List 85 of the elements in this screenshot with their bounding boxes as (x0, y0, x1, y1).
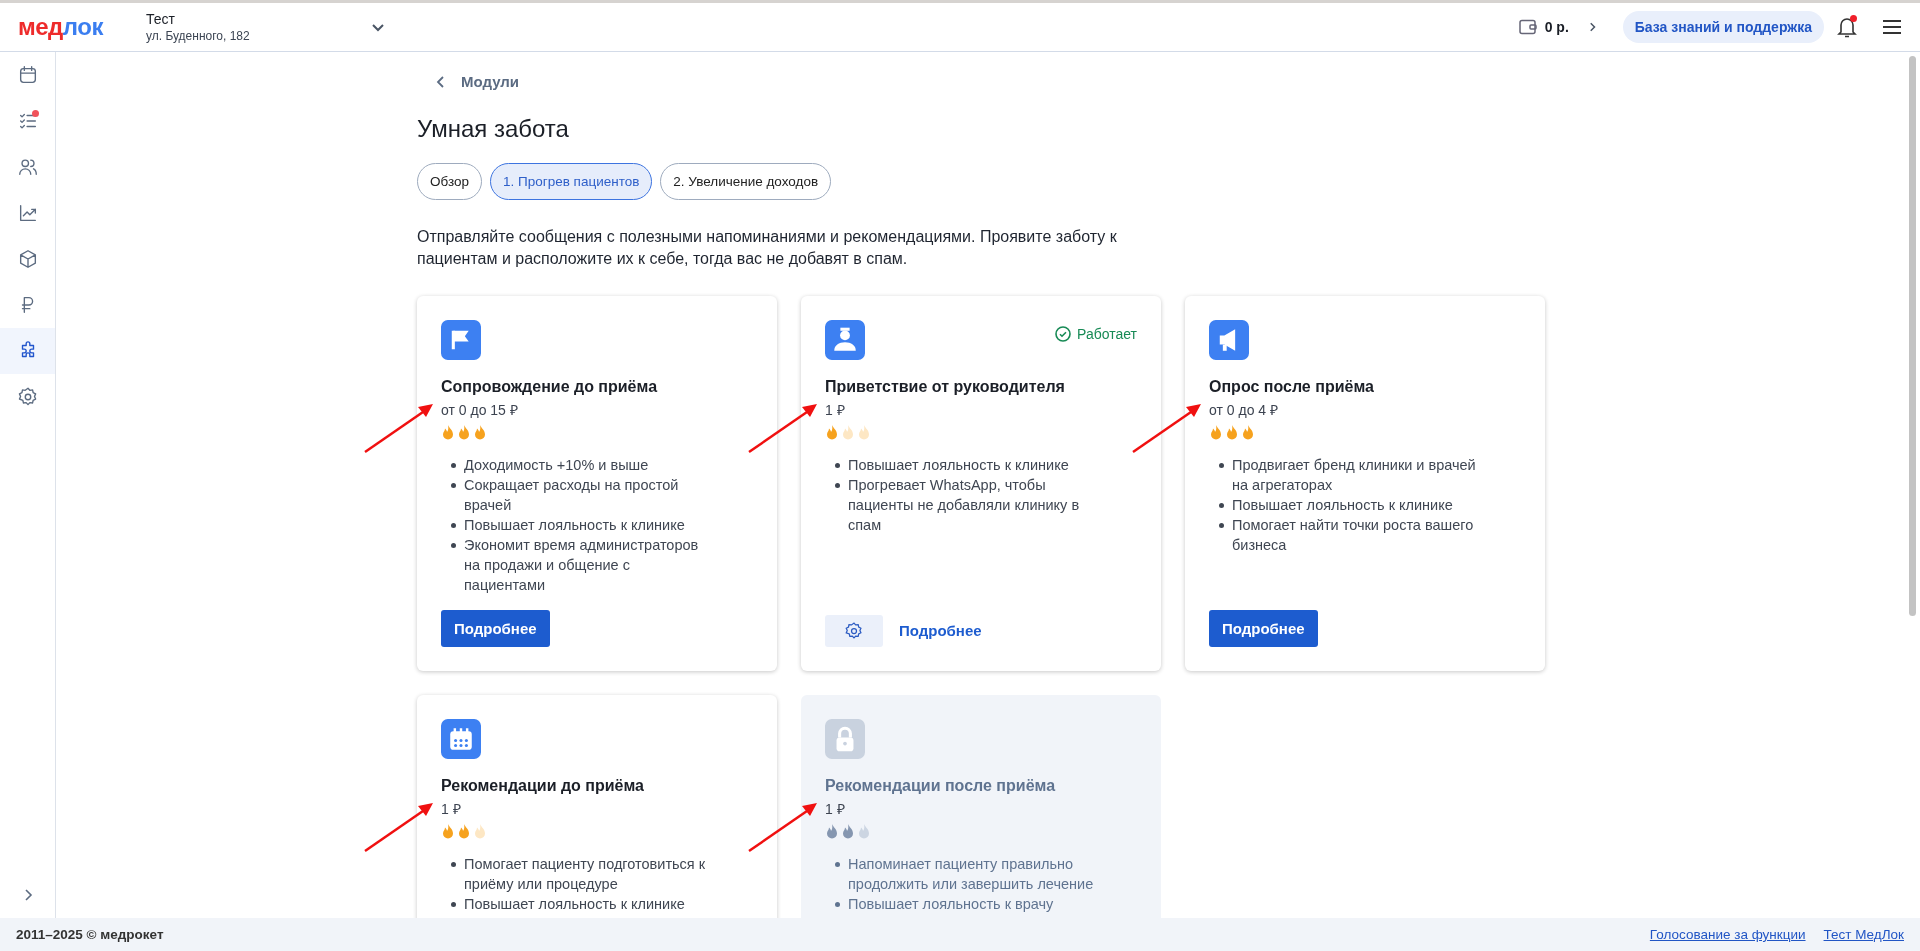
tab[interactable]: 2. Увеличение доходов (660, 162, 832, 200)
footer-link[interactable]: Голосование за функции (1649, 927, 1806, 942)
card-title: Сопровождение до приёма (441, 377, 659, 396)
lock-icon (825, 718, 865, 759)
flame-icon (841, 823, 855, 840)
card-title: Приветствие от руководителя (825, 377, 1066, 396)
copyright: 2011–2025 © медрокет (16, 927, 164, 942)
sidebar-item[interactable] (0, 328, 55, 374)
bullet-icon (451, 522, 456, 528)
benefit-item: Доходимость +10% и выше (464, 455, 649, 475)
bullet-icon (451, 901, 456, 907)
back-link[interactable]: Модули (461, 73, 520, 90)
flame-icon (473, 424, 487, 441)
bullet-icon (835, 901, 840, 907)
card-title: Опрос после приёма (1209, 377, 1375, 396)
flame-icon (441, 823, 455, 840)
flag-icon (441, 319, 481, 360)
flame-icon (857, 424, 871, 441)
bullet-icon (451, 482, 456, 488)
benefit-item: Экономит время администраторов на продажи и общение с пациентами (464, 535, 700, 595)
flame-icon (857, 823, 871, 840)
details-button[interactable]: Подробнее (441, 609, 550, 647)
benefit-item: Повышает лояльность к клинике (1232, 495, 1453, 515)
settings-button[interactable] (825, 614, 883, 647)
price: 1 ₽ (441, 798, 461, 818)
flame-icon (1209, 424, 1223, 441)
calendar-icon (441, 718, 481, 759)
bullet-icon (451, 542, 456, 548)
menu-icon[interactable] (1882, 19, 1902, 35)
settings-icon (16, 386, 39, 408)
price: 1 ₽ (825, 798, 845, 818)
bullet-icon (835, 482, 840, 488)
bullet-icon (1219, 462, 1224, 468)
footer-link[interactable]: Тест МедЛок (1823, 927, 1904, 942)
bullet-icon (451, 861, 456, 867)
flame-icon (457, 823, 471, 840)
details-button[interactable]: Подробнее (1209, 609, 1318, 647)
wallet-icon (1518, 19, 1537, 35)
scrollbar-thumb[interactable] (1909, 56, 1916, 616)
benefit-item: Сокращает расходы на простой врачей (464, 475, 680, 515)
benefit-item: Помогает найти точки роста вашего бизнеса (1232, 515, 1475, 555)
description: Отправляйте сообщения с полезными напоминаниями и рекомендациями. Проявите заботу к пациентам и расположите их к себе, тогда вас не добавят в спам. (417, 226, 1118, 269)
tab[interactable]: 1. Прогрев пациентов (490, 162, 653, 200)
card-title: Рекомендации до приёма (441, 776, 645, 795)
bullet-icon (835, 861, 840, 867)
flame-icon (1241, 424, 1255, 441)
megaphone-icon (1209, 319, 1249, 360)
benefit-item: Повышает лояльность к клинике (464, 515, 685, 535)
tab[interactable]: Обзор (417, 162, 482, 200)
card-title: Рекомендации после приёма (825, 776, 1057, 795)
flame-icon (825, 424, 839, 441)
price: от 0 до 15 ₽ (441, 399, 518, 419)
people-icon (16, 156, 39, 178)
bullet-icon (1219, 522, 1224, 528)
benefit-item: Повышает лояльность к клинике (848, 455, 1069, 475)
benefit-item: Продвигает бренд клиники и врачей на агрегаторах (1232, 455, 1477, 495)
flame-icon (457, 424, 471, 441)
status-label: Работает (1077, 325, 1137, 342)
support-button[interactable]: База знаний и поддержка (1622, 11, 1824, 43)
details-link[interactable]: Подробнее (895, 622, 986, 639)
doctor-icon (825, 319, 865, 360)
bell-icon[interactable] (1836, 15, 1858, 39)
bullet-icon (451, 462, 456, 468)
flame-icon (473, 823, 487, 840)
flame-icon (1225, 424, 1239, 441)
flame-icon (825, 823, 839, 840)
price: от 0 до 4 ₽ (1209, 399, 1278, 419)
benefit-item: Напоминает пациенту правильно продолжить или завершить лечение (848, 854, 1095, 894)
check-circle-icon (1055, 325, 1072, 342)
clinic-address: ул. Буденного, 182 (146, 29, 250, 43)
bullet-icon (1219, 502, 1224, 508)
price: 1 ₽ (825, 399, 845, 419)
back-chevron-icon[interactable] (435, 74, 447, 89)
bullet-icon (835, 462, 840, 468)
balance[interactable]: 0 р. (1544, 19, 1569, 35)
benefit-item: Прогревает WhatsApp, чтобы пациенты не добавляли клинику в спам (848, 475, 1081, 535)
benefit-item: Повышает лояльность к клинике (464, 894, 685, 914)
benefit-item: Повышает лояльность к врачу (848, 894, 1054, 914)
clinic-name: Тест (146, 11, 176, 27)
page-title: Умная забота (417, 114, 570, 143)
settings-icon (844, 620, 864, 641)
flame-icon (841, 424, 855, 441)
logo[interactable]: медлок (18, 13, 146, 41)
flame-icon (441, 424, 455, 441)
benefit-item: Помогает пациенту подготовиться к приёму или процедуре (464, 854, 707, 894)
